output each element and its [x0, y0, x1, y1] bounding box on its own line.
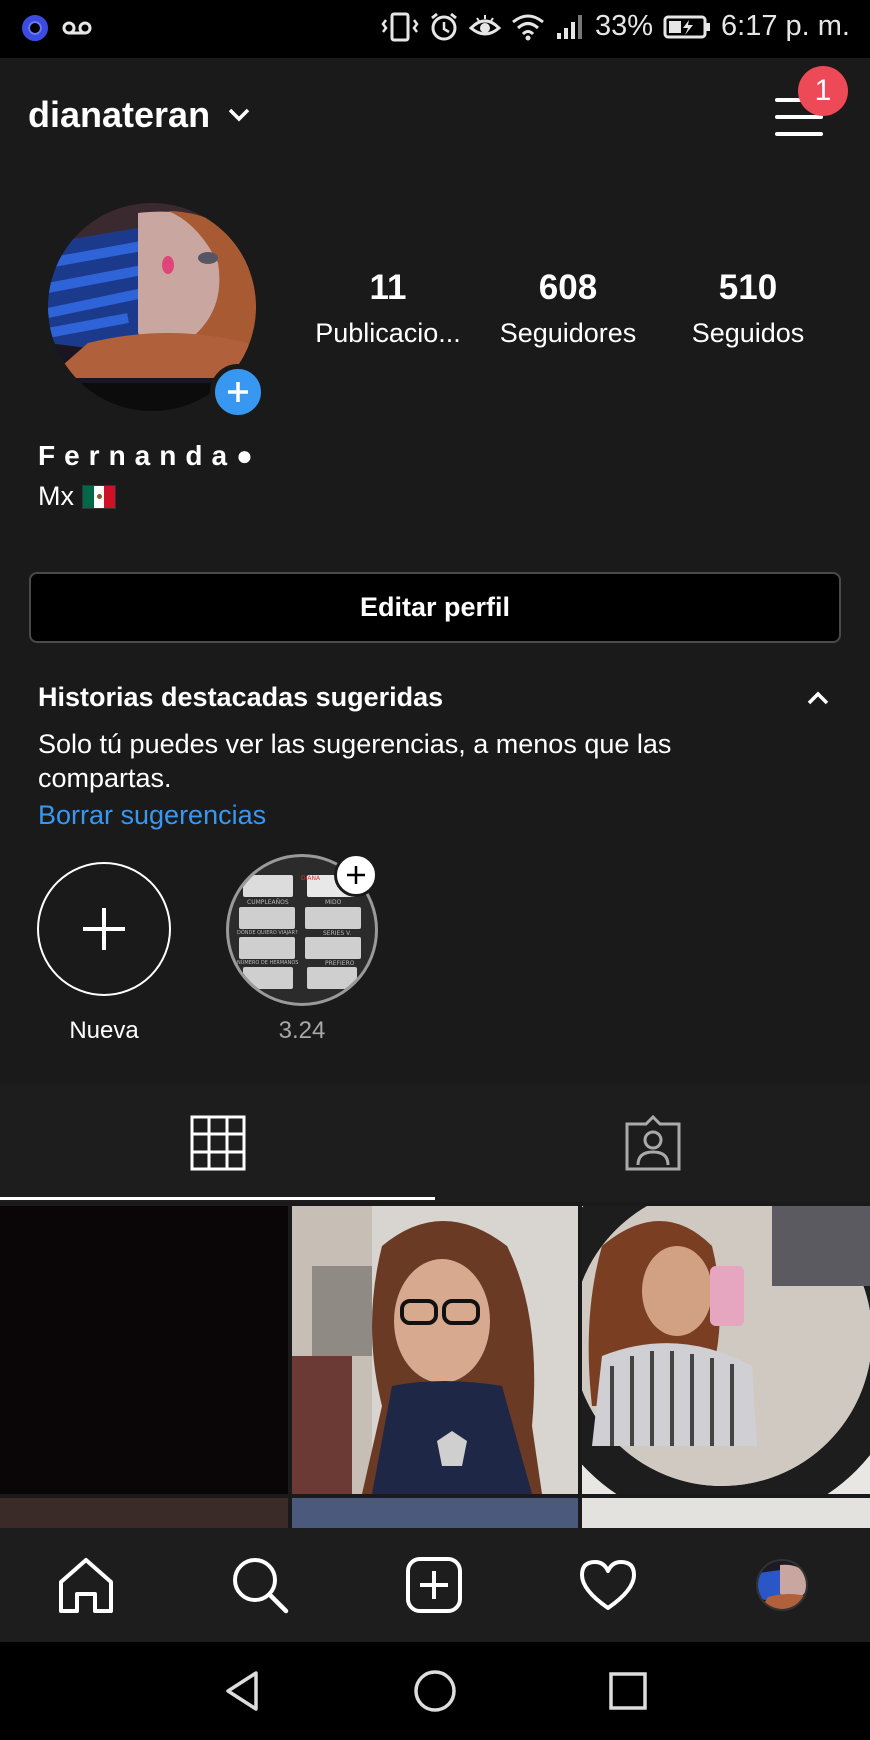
- recents-icon: [609, 1672, 647, 1710]
- tab-grid[interactable]: [0, 1084, 435, 1202]
- new-highlight-label: Nueva: [69, 1017, 139, 1044]
- following-count: 510: [718, 268, 778, 307]
- notification-badge: 1: [798, 66, 848, 116]
- posts-label: Publicacio...: [315, 318, 461, 348]
- system-back-button[interactable]: [192, 1642, 292, 1740]
- chevron-up-icon: [807, 691, 829, 705]
- stat-following[interactable]: 510 Seguidos: [663, 268, 833, 349]
- stat-posts[interactable]: 11 Publicacio...: [303, 268, 473, 349]
- search-icon: [233, 1558, 289, 1614]
- suggested-highlight-label: 3.24: [278, 1017, 326, 1044]
- system-recents-button[interactable]: [578, 1642, 678, 1740]
- status-bar: 33% 6:17 p. m.: [0, 0, 870, 58]
- wifi-icon: [512, 14, 544, 40]
- plus-icon: [228, 382, 248, 402]
- nav-home[interactable]: [26, 1528, 146, 1642]
- thumb-text: CUMPLEAÑOS: [247, 899, 289, 906]
- home-icon: [59, 1558, 113, 1613]
- display-name: Fernanda●: [38, 440, 262, 471]
- system-home-button[interactable]: [385, 1642, 485, 1740]
- bio-text: Mx: [38, 481, 74, 511]
- plus-icon: [83, 908, 125, 950]
- grid-post[interactable]: [0, 1498, 288, 1528]
- battery-percent: 33%: [594, 10, 654, 42]
- bottom-navigation: [0, 1528, 870, 1642]
- home-circle-icon: [414, 1670, 456, 1712]
- stat-followers[interactable]: 608 Seguidores: [483, 268, 653, 349]
- thumb-text: DIANA: [301, 875, 321, 882]
- add-suggested-highlight-button[interactable]: [334, 853, 378, 897]
- app-ring-icon: [22, 15, 48, 41]
- active-tab-indicator: [0, 1197, 435, 1200]
- battery-icon: [663, 15, 711, 38]
- thumb-text: MIDO: [325, 899, 342, 906]
- following-label: Seguidos: [691, 318, 805, 348]
- grid-post[interactable]: [582, 1206, 870, 1494]
- thumb-text: SERIES V.: [323, 930, 352, 937]
- clock-time: 6:17 p. m.: [721, 10, 850, 42]
- add-story-button[interactable]: [210, 364, 266, 420]
- thumb-text: NÚMERO DE HERMANOS: [237, 960, 299, 966]
- grid-post[interactable]: [292, 1206, 578, 1494]
- grid-post[interactable]: [582, 1498, 870, 1528]
- followers-label: Seguidores: [499, 318, 637, 348]
- tagged-person-icon: [625, 1114, 680, 1171]
- edit-profile-button[interactable]: Editar perfil: [29, 572, 841, 643]
- vibrate-icon: [381, 12, 419, 41]
- posts-count: 11: [369, 268, 407, 307]
- grid-icon: [190, 1115, 245, 1171]
- chevron-down-icon: [228, 108, 250, 122]
- heart-icon: [580, 1560, 636, 1610]
- back-icon: [226, 1671, 258, 1711]
- alarm-icon: [431, 12, 457, 40]
- nav-activity[interactable]: [548, 1528, 668, 1642]
- nav-new-post[interactable]: [374, 1528, 494, 1642]
- grid-post[interactable]: [0, 1206, 288, 1494]
- account-switcher[interactable]: dianateran: [28, 94, 250, 136]
- thumb-text: DÓNDE QUIERO VIAJAR?: [237, 930, 298, 936]
- profile-header: dianateran: [0, 58, 870, 176]
- profile-tabs: [0, 1084, 870, 1202]
- clear-suggestions-link[interactable]: Borrar sugerencias: [38, 800, 266, 831]
- suggested-highlights-description: Solo tú puedes ver las sugerencias, a me…: [38, 729, 672, 793]
- tab-tagged[interactable]: [435, 1084, 870, 1202]
- followers-count: 608: [538, 268, 598, 307]
- system-navigation: [0, 1642, 870, 1740]
- mexico-flag-icon: [82, 484, 116, 509]
- plus-icon: [347, 866, 365, 884]
- suggested-highlights-title: Historias destacadas sugeridas: [38, 682, 444, 712]
- nav-search[interactable]: [200, 1528, 320, 1642]
- voicemail-icon: [62, 21, 92, 35]
- grid-post[interactable]: [292, 1498, 578, 1528]
- thumb-text: PREFIERO: [325, 960, 355, 967]
- nav-profile[interactable]: [722, 1528, 842, 1642]
- eye-icon: [468, 14, 501, 35]
- collapse-highlights-button[interactable]: [802, 682, 834, 714]
- new-highlight-button[interactable]: [37, 862, 171, 996]
- signal-icon: [556, 14, 582, 39]
- profile-avatar: [756, 1559, 808, 1611]
- username-label: dianateran: [28, 94, 211, 135]
- bio: Mx: [38, 481, 116, 512]
- new-post-icon: [406, 1557, 462, 1613]
